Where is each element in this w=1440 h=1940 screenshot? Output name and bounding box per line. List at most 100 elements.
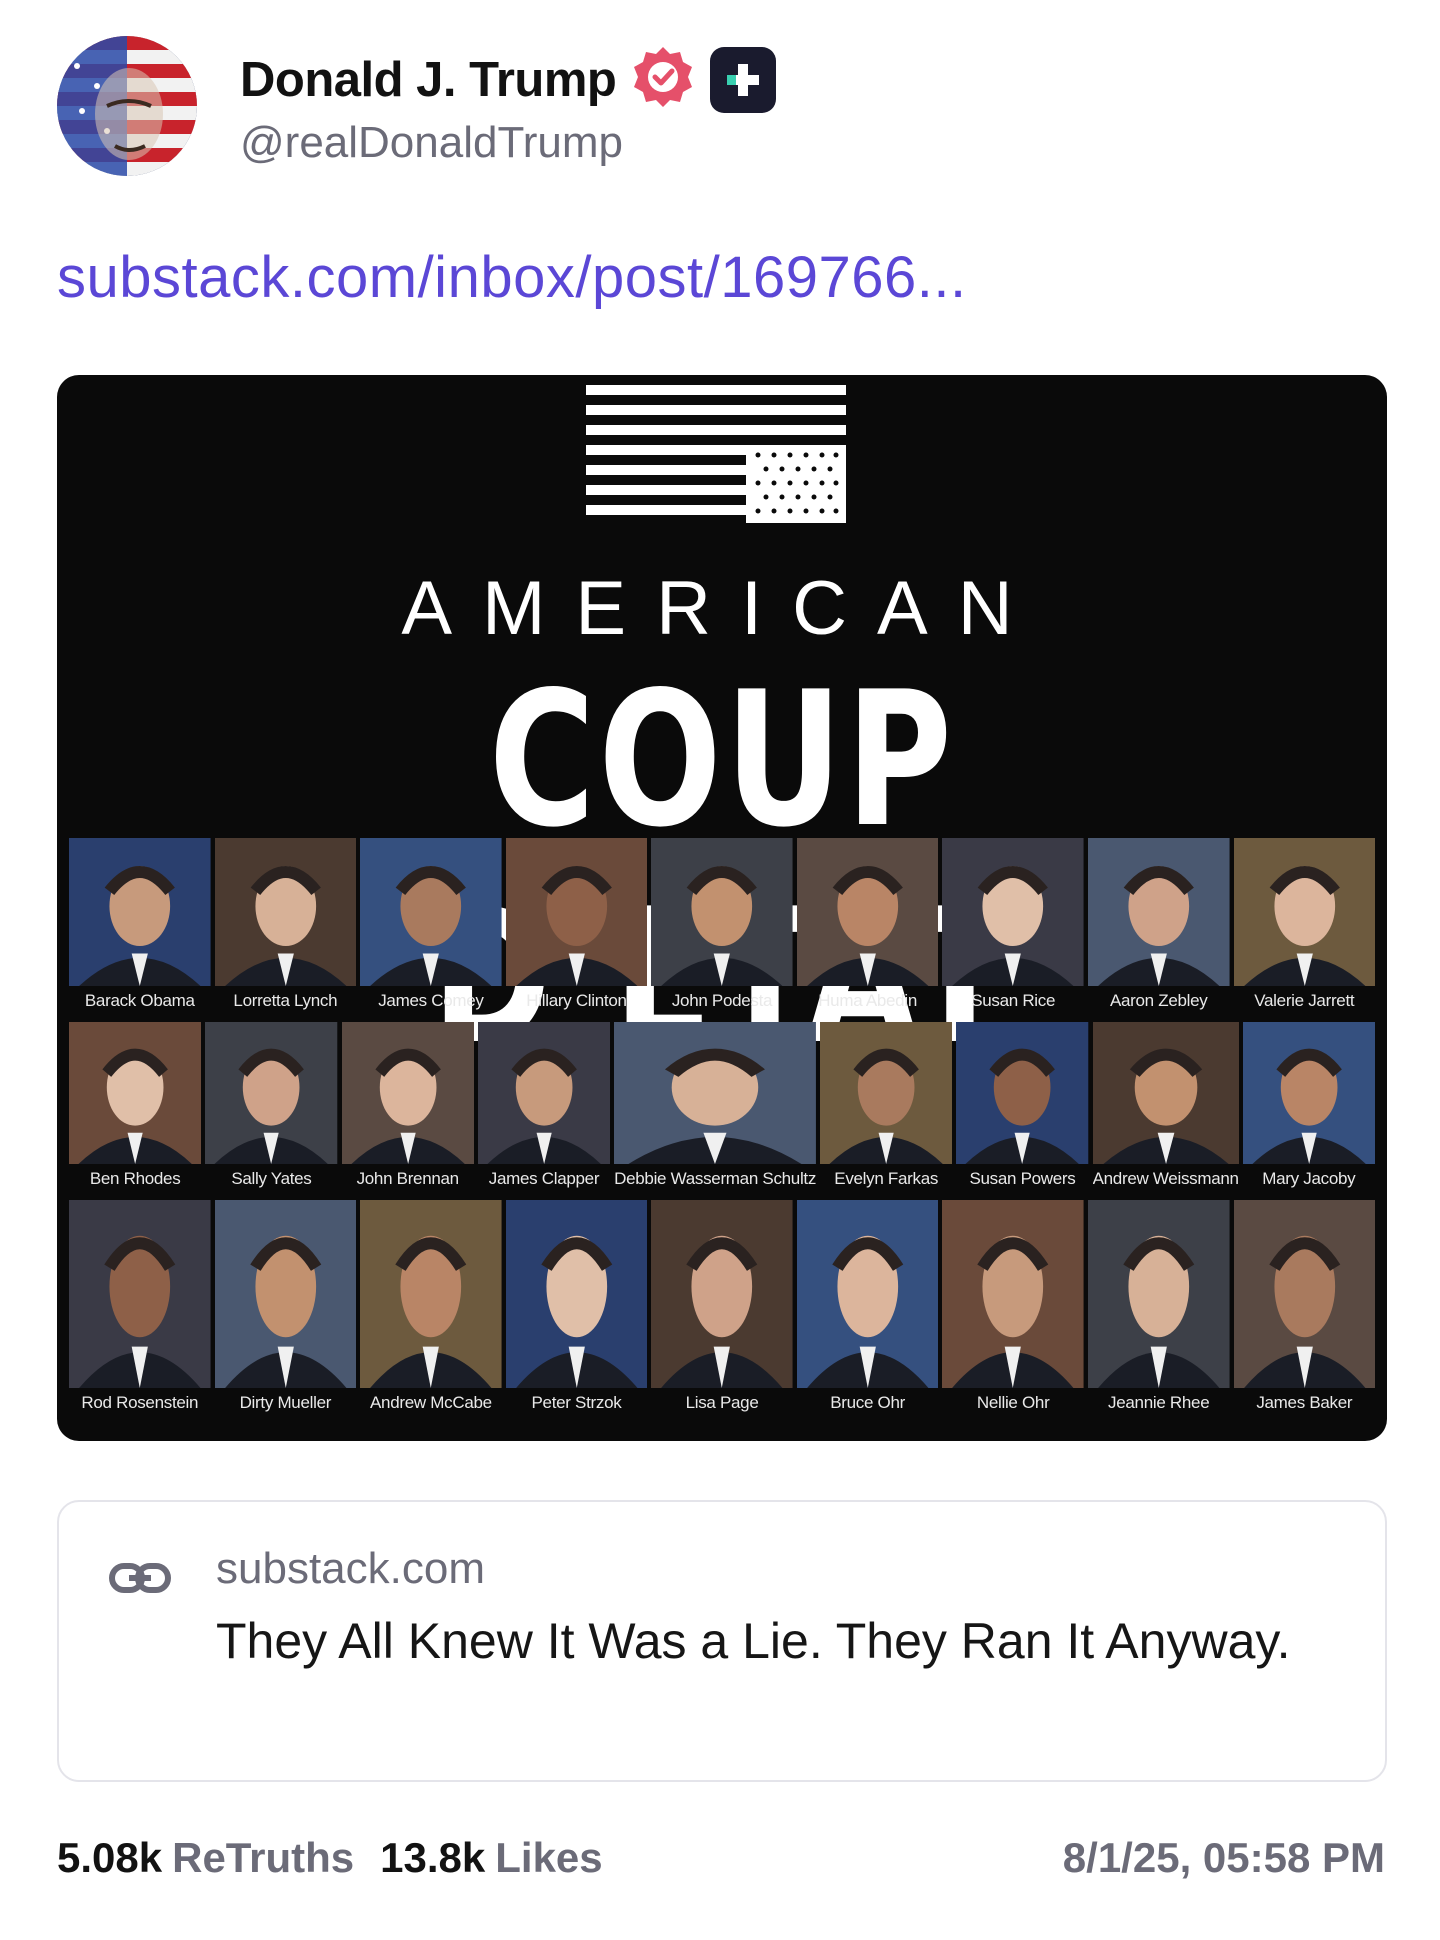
post-link[interactable]: substack.com/inbox/post/169766... [57,244,967,311]
portrait-photo [205,1022,338,1164]
portrait-photo [820,1022,953,1164]
portrait-row: Rod Rosenstein Dirty Mueller Andrew McCabe… [69,1200,1376,1418]
portrait-cell: Nellie Ohr [942,1200,1084,1418]
portrait-cell: James Clapper [477,1022,611,1194]
display-name[interactable]: Donald J. Trump [240,52,617,108]
portrait-caption: John Brennan [356,1169,460,1188]
portrait-photo [796,1200,939,1388]
portrait-cell: Aaron Zebley [1087,838,1230,1016]
portrait-cell: Evelyn Farkas [820,1022,953,1194]
image-heading-small: AMERICAN [401,566,1043,651]
portrait-cell: Barack Obama [69,838,211,1016]
portrait-caption: Sally Yates [231,1169,312,1188]
portrait-cell: Susan Rice [942,838,1084,1016]
portrait-photo [651,838,793,986]
name-row: Donald J. Trump [240,44,777,115]
portrait-photo [651,1200,793,1388]
portrait-cell: Rod Rosenstein [69,1200,211,1418]
portrait-caption: Susan Powers [969,1169,1076,1188]
portrait-caption: Jeannie Rhee [1108,1393,1210,1412]
portrait-row: Barack Obama Lorretta Lynch James Comey Hil… [69,838,1376,1016]
likes-stat[interactable]: 13.8k Likes [380,1834,603,1882]
portrait-caption: Ben Rhodes [89,1169,181,1188]
portrait-cell: Bruce Ohr [796,1200,939,1418]
portrait-caption: Bruce Ohr [830,1393,905,1412]
portrait-photo [1087,1200,1230,1388]
portrait-photo [505,1200,648,1388]
portrait-cell: Peter Strzok [505,1200,648,1418]
portrait-photo [505,838,648,986]
post-header: Donald J. Trump @realDonaldTrump [57,36,1397,176]
portrait-caption: John Podesta [671,991,773,1010]
portrait-photo [614,1022,817,1164]
portrait-photo [796,838,939,986]
link-domain: substack.com [216,1544,485,1593]
inverted-flag-icon [586,385,846,523]
portrait-cell: Lorretta Lynch [214,838,357,1016]
portrait-caption: Evelyn Farkas [834,1169,939,1188]
link-icon [109,1558,171,1603]
portrait-cell: James Baker [1233,1200,1376,1418]
portrait-cell: Andrew McCabe [360,1200,502,1418]
portrait-photo [1233,838,1376,986]
portrait-caption: James Baker [1256,1393,1353,1412]
author-handle[interactable]: @realDonaldTrump [240,118,623,168]
portrait-caption: Valerie Jarrett [1254,991,1355,1010]
portrait-caption: Rod Rosenstein [81,1393,199,1412]
portrait-cell: Jeannie Rhee [1087,1200,1230,1418]
portrait-caption: Nellie Ohr [976,1393,1050,1412]
verified-badge-icon [630,44,696,115]
portrait-photo [69,1022,202,1164]
retruths-label: ReTruths [172,1834,355,1881]
portrait-photo [1233,1200,1376,1388]
portrait-cell: John Brennan [341,1022,474,1194]
portrait-caption: James Clapper [488,1169,600,1188]
portrait-photo [69,838,211,986]
portrait-cell: Ben Rhodes [69,1022,202,1194]
portrait-photo [214,838,357,986]
portrait-photo [942,838,1084,986]
portrait-photo [69,1200,211,1388]
avatar[interactable] [57,36,197,176]
portrait-caption: Lisa Page [685,1393,759,1412]
portrait-caption: Barack Obama [84,991,195,1010]
portrait-cell: John Podesta [651,838,793,1016]
portrait-photo [360,838,502,986]
portrait-cell: Sally Yates [205,1022,338,1194]
portrait-photo [341,1022,474,1164]
likes-label: Likes [495,1834,603,1881]
portrait-cell: Lisa Page [651,1200,793,1418]
portrait-photo [360,1200,502,1388]
portrait-row: Ben Rhodes Sally Yates John Brennan James C… [69,1022,1375,1194]
portrait-caption: Mary Jacoby [1262,1169,1356,1188]
portrait-photo [214,1200,357,1388]
portrait-cell: Debbie Wasserman Schultz [614,1022,817,1194]
portrait-cell: Hillary Clinton [505,838,648,1016]
portrait-caption: James Comey [378,991,484,1010]
link-preview-card[interactable]: substack.com They All Knew It Was a Lie.… [57,1500,1387,1782]
portrait-photo [1092,1022,1239,1164]
portrait-caption: Susan Rice [971,991,1056,1010]
portrait-cell: Mary Jacoby [1242,1022,1375,1194]
link-title: They All Knew It Was a Lie. They Ran It … [216,1613,1291,1669]
portrait-cell: Dirty Mueller [214,1200,357,1418]
portrait-caption: Aaron Zebley [1109,991,1208,1010]
portrait-photo [942,1200,1084,1388]
portrait-cell: Susan Powers [956,1022,1089,1194]
portrait-cell: James Comey [360,838,502,1016]
retruths-stat[interactable]: 5.08k ReTruths [57,1834,354,1882]
portrait-caption: Hillary Clinton [526,991,627,1010]
portrait-caption: Huma Abedin [818,991,917,1010]
portrait-caption: Andrew Weissmann [1092,1169,1239,1188]
post-stats: 5.08k ReTruths 13.8k Likes [57,1834,603,1882]
portrait-photo [1242,1022,1375,1164]
portrait-photo [1087,838,1230,986]
portrait-grid: Barack Obama Lorretta Lynch James Comey Hil… [69,838,1376,1424]
portrait-cell: Huma Abedin [796,838,939,1016]
portrait-photo [477,1022,611,1164]
post-image[interactable]: AMERICAN COUP D’ETAT Barack ObamaLorrett… [57,375,1387,1441]
post-timestamp[interactable]: 8/1/25, 05:58 PM [1063,1834,1385,1882]
portrait-photo [956,1022,1089,1164]
portrait-caption: Andrew McCabe [370,1393,492,1412]
portrait-caption: Debbie Wasserman Schultz [614,1169,817,1188]
